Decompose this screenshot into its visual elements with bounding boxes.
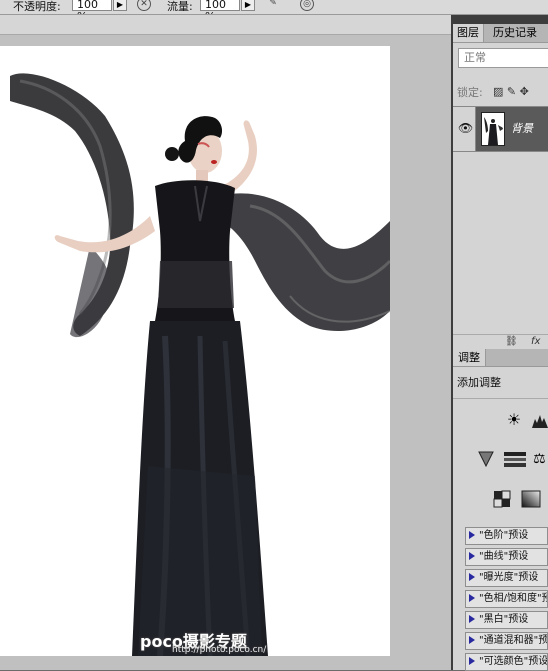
- preset-hue-saturation[interactable]: "色相/饱和度"预设: [465, 590, 548, 608]
- flow-dropdown-arrow[interactable]: ▶: [241, 0, 255, 11]
- tab-adjustments[interactable]: 调整: [453, 349, 486, 366]
- fx-icon[interactable]: fx: [531, 336, 540, 347]
- hue-saturation-icon[interactable]: [503, 450, 527, 468]
- tablet-pressure-icon[interactable]: ◎: [300, 0, 314, 11]
- expand-triangle-icon[interactable]: [469, 636, 475, 644]
- add-adjustment-title: 添加调整: [457, 376, 501, 389]
- expand-triangle-icon[interactable]: [469, 615, 475, 623]
- airbrush-icon[interactable]: ✎: [266, 0, 280, 11]
- options-bar: 不透明度: 100 % ▶ ✕ 流量: 100 % ▶ ✎ ◎: [0, 0, 548, 15]
- layer-thumbnail: [481, 112, 505, 146]
- preset-channel-mixer[interactable]: "通道混和器"预设: [465, 632, 548, 650]
- canvas[interactable]: poco摄影专题 http://photo.poco.cn/: [0, 46, 390, 656]
- blend-mode-select[interactable]: 正常: [458, 48, 548, 68]
- opacity-input[interactable]: 100 %: [72, 0, 112, 14]
- link-layers-icon[interactable]: ⛓: [505, 336, 518, 347]
- lock-transparent-pixels-icon[interactable]: ▨: [493, 85, 503, 98]
- layer-name[interactable]: 背景: [511, 120, 533, 136]
- channel-mixer-icon[interactable]: [493, 490, 511, 508]
- color-balance-icon[interactable]: ⚖: [533, 450, 548, 468]
- lock-position-icon[interactable]: ✥: [520, 85, 529, 98]
- document-area: poco摄影专题 http://photo.poco.cn/: [0, 15, 451, 670]
- adjustments-panel: 调整 添加调整 ☀ ⚖ "色阶"预设 "曲线"预设 "曝光度"预设 "色相/饱和…: [453, 349, 548, 671]
- expand-triangle-icon[interactable]: [469, 657, 475, 665]
- layers-panel: 图层 历史记录 正常 锁定: ▨ ✎ ✥ 👁 背景 ⛓ fx: [453, 24, 548, 349]
- gradient-map-icon[interactable]: [521, 490, 541, 508]
- expand-triangle-icon[interactable]: [469, 573, 475, 581]
- opacity-label: 不透明度:: [13, 0, 61, 13]
- document-tab-bar: [0, 15, 451, 35]
- vibrance-icon[interactable]: [477, 450, 495, 468]
- airbrush-tablet-icon[interactable]: ✕: [137, 0, 151, 11]
- lock-label: 锁定:: [457, 86, 483, 99]
- layers-panel-footer: ⛓ fx: [453, 334, 548, 350]
- tab-history[interactable]: 历史记录: [489, 24, 541, 42]
- thumbnail-image: [484, 117, 503, 145]
- expand-triangle-icon[interactable]: [469, 594, 475, 602]
- watermark-url: http://photo.poco.cn/: [172, 645, 267, 655]
- opacity-dropdown-arrow[interactable]: ▶: [113, 0, 127, 11]
- lock-image-pixels-icon[interactable]: ✎: [507, 85, 516, 98]
- layers-panel-tabs: 图层 历史记录: [453, 24, 548, 43]
- preset-exposure[interactable]: "曝光度"预设: [465, 569, 548, 587]
- expand-triangle-icon[interactable]: [469, 552, 475, 560]
- right-panel-dock: 图层 历史记录 正常 锁定: ▨ ✎ ✥ 👁 背景 ⛓ fx 调整 添加调整 ☀…: [451, 15, 548, 671]
- preset-selective-color[interactable]: "可选颜色"预设: [465, 653, 548, 671]
- flow-label: 流量:: [167, 0, 193, 13]
- flow-input[interactable]: 100 %: [200, 0, 240, 14]
- photo-woman-black-dress: [10, 73, 390, 656]
- preset-levels[interactable]: "色阶"预设: [465, 527, 548, 545]
- eye-visibility-icon[interactable]: 👁: [458, 121, 473, 135]
- layer-row-background[interactable]: 👁 背景: [453, 106, 548, 152]
- preset-curves[interactable]: "曲线"预设: [465, 548, 548, 566]
- expand-triangle-icon[interactable]: [469, 531, 475, 539]
- brightness-contrast-icon[interactable]: ☀: [505, 411, 523, 429]
- levels-icon[interactable]: [531, 411, 548, 429]
- tab-layers[interactable]: 图层: [453, 24, 484, 42]
- preset-black-white[interactable]: "黑白"预设: [465, 611, 548, 629]
